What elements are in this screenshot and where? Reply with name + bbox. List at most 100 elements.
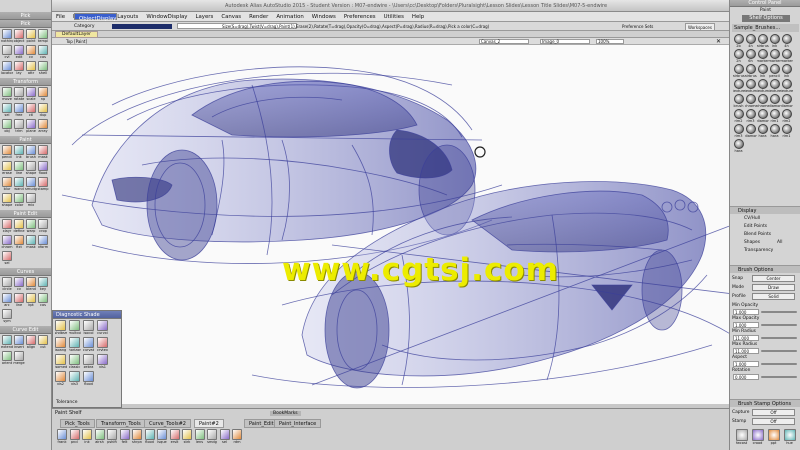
tool-button[interactable]: chrom [1, 235, 13, 250]
brush-swatch[interactable]: 2b [733, 34, 744, 48]
tool-button[interactable]: shell [37, 61, 49, 76]
tool-button[interactable]: cvl [1, 45, 13, 60]
tool-button[interactable]: obj [1, 119, 13, 134]
shelf-tab[interactable]: Pick_Tools [60, 419, 95, 428]
tool-button[interactable]: cos [37, 293, 49, 308]
diagnostic-tool[interactable]: flood [82, 371, 95, 387]
shelf-tab[interactable]: Curve_Tools#2 [144, 419, 191, 428]
diagnostic-tool[interactable]: crvtex [96, 337, 109, 353]
palette-section-title[interactable]: Curves [0, 268, 51, 276]
diagnostic-tool[interactable]: isomed [54, 354, 67, 370]
max-opacity-slider[interactable] [761, 324, 797, 326]
close-icon[interactable]: ✕ [716, 38, 721, 45]
brush-swatch[interactable]: ink [757, 64, 768, 78]
tool-button[interactable]: np [37, 87, 49, 102]
shapes-value[interactable]: All [777, 239, 782, 246]
tool-button[interactable]: orient [1, 351, 13, 366]
brush-swatch[interactable]: marker [769, 49, 781, 63]
brush-options-section[interactable]: Brush Options [730, 265, 800, 273]
shelf-tool[interactable]: lsque [156, 429, 168, 447]
brush-swatch[interactable]: 6h [745, 49, 756, 63]
shelf-options-button[interactable]: Shelf Options [742, 15, 790, 22]
capture-select[interactable]: Off [752, 409, 795, 416]
tool-button[interactable]: smudge [25, 177, 37, 192]
shelf-tool[interactable]: airsh [94, 429, 106, 447]
palette-section-title[interactable]: Paint Edit [0, 210, 51, 218]
bookmarks-label[interactable]: BookMarks [270, 411, 301, 416]
shelf-tool[interactable]: smdg [206, 429, 218, 447]
zoom-level[interactable]: 100% [596, 39, 624, 44]
diagnostic-tool[interactable]: curvxl [96, 320, 109, 336]
tool-button[interactable]: wand [13, 177, 25, 192]
palette-section-title[interactable]: Curve Edit [0, 326, 51, 334]
tool-button[interactable]: templ [37, 29, 49, 44]
menu-canvas[interactable]: Canvas [217, 12, 245, 22]
max-radius-slider[interactable] [761, 350, 797, 352]
tool-button[interactable]: trim [13, 119, 25, 134]
tool-button[interactable]: brush [25, 145, 37, 160]
brush-swatch[interactable]: texture [733, 79, 745, 93]
shelf-tool[interactable]: shrpn [131, 429, 143, 447]
tolerance-label[interactable]: Tolerance [56, 400, 77, 405]
tool-button[interactable]: cut [37, 335, 49, 350]
brush-swatch[interactable]: brush [733, 94, 744, 108]
menu-utilities[interactable]: Utilities [380, 12, 408, 22]
tool-button[interactable]: sym [1, 309, 13, 324]
mode-select[interactable]: Draw [752, 284, 795, 291]
tool-button[interactable]: arc [1, 293, 13, 308]
menu-animation[interactable]: Animation [272, 12, 307, 22]
tool-button[interactable]: kpt [25, 293, 37, 308]
tool-button[interactable]: key [37, 277, 49, 292]
palette-section-title[interactable]: Paint [0, 136, 51, 144]
brush-swatch[interactable]: marker [781, 49, 793, 63]
stamp-select[interactable]: Off [752, 418, 795, 425]
tool-button[interactable]: shape [25, 161, 37, 176]
tool-button[interactable]: sel [1, 251, 13, 266]
shelf-tool[interactable]: erslt [169, 429, 181, 447]
tool-button[interactable]: line [13, 293, 25, 308]
tool-button[interactable]: ctl [25, 103, 37, 118]
brush-swatch[interactable]: diamond [781, 94, 793, 108]
shelf-tool[interactable]: strk [181, 429, 193, 447]
brush-swatch[interactable]: chrome [745, 94, 757, 108]
snap-select[interactable]: Center [752, 275, 795, 282]
stamp-options-section[interactable]: Brush Stamp Options [730, 399, 800, 407]
brush-swatch[interactable]: pencil [769, 64, 780, 78]
diagnostic-tool[interactable]: vis2 [54, 371, 67, 387]
diagnostic-tool[interactable]: vis1 [96, 354, 109, 370]
tool-button[interactable]: xlayr [1, 219, 13, 234]
tool-button[interactable]: flood [37, 161, 49, 176]
shelf-tool[interactable]: pncl [69, 429, 81, 447]
brush-swatch[interactable]: texture [769, 79, 781, 93]
diagnostic-tool[interactable]: zebra [82, 354, 95, 370]
brush-swatch[interactable]: airbrush [733, 64, 745, 78]
blend-points-toggle[interactable]: Blend Points [732, 231, 799, 238]
shelf-tool[interactable]: lens [194, 429, 206, 447]
diagnostic-tool[interactable]: curvat [82, 337, 95, 353]
tool-button[interactable]: locator [1, 61, 13, 76]
diagnostic-tool[interactable]: multcol [68, 320, 81, 336]
tool-button[interactable]: dup [37, 103, 49, 118]
display-section[interactable]: Display [730, 206, 800, 214]
bottom-tool[interactable]: hue [782, 429, 797, 447]
shelf-tool[interactable]: flood [144, 429, 156, 447]
tool-button[interactable]: extend [1, 335, 13, 350]
tool-button[interactable]: sel [1, 103, 13, 118]
shelf-tool[interactable]: ink [81, 429, 93, 447]
brush-swatch[interactable]: chrome [757, 94, 769, 108]
transparency-toggle[interactable]: Transparency [732, 247, 799, 254]
tool-button[interactable]: align [25, 335, 37, 350]
tool-button[interactable]: point [25, 29, 37, 44]
preference-sets-button[interactable]: Preference Sets [622, 22, 653, 30]
layer-default[interactable]: DefaultLayer [55, 31, 98, 38]
brush-swatch[interactable]: 4h [781, 34, 792, 48]
brush-swatch[interactable]: rim2 [781, 109, 792, 123]
min-opacity-slider[interactable] [761, 311, 797, 313]
tool-button[interactable]: cv [13, 277, 25, 292]
tool-button[interactable]: crop [37, 219, 49, 234]
tool-button[interactable]: color [13, 193, 25, 208]
bottom-tool[interactable]: crood [750, 429, 765, 447]
menu-preferences[interactable]: Preferences [340, 12, 380, 22]
brush-swatch[interactable]: textum [757, 79, 769, 93]
brush-swatch[interactable]: rim1 [769, 109, 780, 123]
